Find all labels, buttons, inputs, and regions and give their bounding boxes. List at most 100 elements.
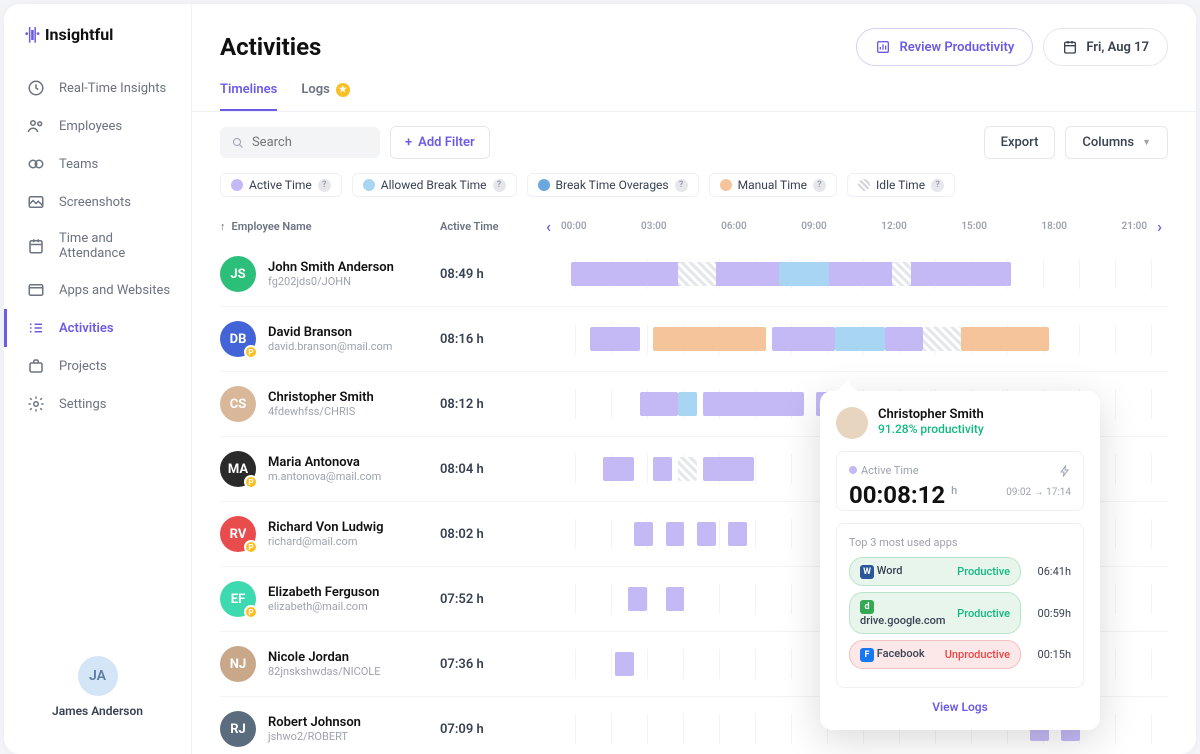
avatar: MAP bbox=[220, 451, 256, 487]
timeline-segment[interactable] bbox=[678, 262, 716, 286]
calendar-icon bbox=[1062, 39, 1078, 55]
timeline-cell[interactable] bbox=[540, 259, 1168, 289]
timeline-segment[interactable] bbox=[885, 327, 923, 351]
help-icon[interactable]: ? bbox=[931, 179, 944, 192]
search-field[interactable] bbox=[252, 135, 368, 150]
timeline-cell[interactable] bbox=[540, 324, 1168, 354]
timeline-segment[interactable] bbox=[697, 522, 716, 546]
timeline-segment[interactable] bbox=[829, 262, 867, 286]
timeline-segment[interactable] bbox=[628, 587, 647, 611]
timeline-segment[interactable] bbox=[666, 587, 685, 611]
active-time-cell: 08:12 h bbox=[440, 397, 540, 412]
timeline-segment[interactable] bbox=[728, 522, 747, 546]
avatar: DBP bbox=[220, 321, 256, 357]
timeline-segment[interactable] bbox=[615, 652, 634, 676]
timeline-segment[interactable] bbox=[590, 327, 640, 351]
timeline-segment[interactable] bbox=[835, 327, 885, 351]
nav-item-activities[interactable]: Activities bbox=[4, 309, 191, 347]
view-logs-link[interactable]: View Logs bbox=[836, 700, 1084, 714]
nav: Real-Time Insights Employees Teams Scree… bbox=[4, 69, 191, 640]
tab-logs[interactable]: Logs★ bbox=[301, 82, 349, 111]
employee-cell: JS John Smith Andersonfg202jds0/JOHN bbox=[220, 256, 440, 292]
help-icon[interactable]: ? bbox=[493, 179, 506, 192]
timeline-segment[interactable] bbox=[653, 327, 766, 351]
app-status: Productive bbox=[957, 607, 1010, 620]
nav-item-projects[interactable]: Projects bbox=[4, 347, 191, 385]
search-icon bbox=[232, 136, 244, 150]
help-icon[interactable]: ? bbox=[813, 179, 826, 192]
window-icon bbox=[27, 281, 45, 299]
current-user[interactable]: JA James Anderson bbox=[4, 640, 191, 734]
logo: ·|ı|· Insightful bbox=[4, 24, 191, 69]
nav-label: Projects bbox=[59, 359, 107, 374]
timeline-segment[interactable] bbox=[634, 522, 653, 546]
avatar: EFP bbox=[220, 581, 256, 617]
app-pill: d drive.google.com Productive bbox=[849, 592, 1021, 634]
date-label: Fri, Aug 17 bbox=[1086, 40, 1149, 55]
nav-item-apps[interactable]: Apps and Websites bbox=[4, 271, 191, 309]
timeline-segment[interactable] bbox=[666, 522, 685, 546]
employee-sub: 82jnskshwdas/NICOLE bbox=[268, 665, 380, 678]
employee-name: Elizabeth Ferguson bbox=[268, 585, 379, 600]
app-status: Unproductive bbox=[945, 648, 1010, 661]
nav-item-employees[interactable]: Employees bbox=[4, 107, 191, 145]
timeline-segment[interactable] bbox=[703, 392, 803, 416]
legend-allowed-break: Allowed Break Time? bbox=[352, 173, 517, 197]
timeline-segment[interactable] bbox=[961, 327, 1049, 351]
timeline-segment[interactable] bbox=[772, 327, 835, 351]
nav-label: Time and Attendance bbox=[59, 231, 171, 261]
nav-item-realtime[interactable]: Real-Time Insights bbox=[4, 69, 191, 107]
app-status: Productive bbox=[957, 565, 1010, 578]
nav-item-screenshots[interactable]: Screenshots bbox=[4, 183, 191, 221]
clock-icon bbox=[27, 79, 45, 97]
gear-icon bbox=[27, 395, 45, 413]
hour-label: 06:00 bbox=[721, 221, 747, 232]
timeline-segment[interactable] bbox=[678, 392, 697, 416]
date-picker-button[interactable]: Fri, Aug 17 bbox=[1043, 28, 1168, 66]
avatar: JS bbox=[220, 256, 256, 292]
header-actions: Review Productivity Fri, Aug 17 bbox=[856, 28, 1168, 66]
button-label: Review Productivity bbox=[899, 40, 1014, 55]
employee-name: Maria Antonova bbox=[268, 455, 381, 470]
tab-timelines[interactable]: Timelines bbox=[220, 82, 277, 111]
app-time: 00:59h bbox=[1029, 607, 1071, 620]
image-icon bbox=[27, 193, 45, 211]
timeline-next-button[interactable]: › bbox=[1151, 217, 1168, 236]
timeline-segment[interactable] bbox=[892, 262, 911, 286]
tooltip-app-row: d drive.google.com Productive 00:59h bbox=[849, 592, 1071, 634]
people-icon bbox=[27, 117, 45, 135]
help-icon[interactable]: ? bbox=[318, 179, 331, 192]
timeline-segment[interactable] bbox=[923, 327, 961, 351]
employee-cell: NJ Nicole Jordan82jnskshwdas/NICOLE bbox=[220, 646, 440, 682]
timeline-segment[interactable] bbox=[640, 392, 678, 416]
timeline-segment[interactable] bbox=[917, 262, 1005, 286]
add-filter-button[interactable]: + Add Filter bbox=[390, 126, 490, 159]
app-icon: F bbox=[860, 648, 874, 662]
col-active[interactable]: Active Time bbox=[440, 220, 540, 233]
app-time: 00:15h bbox=[1029, 648, 1071, 661]
nav-item-teams[interactable]: Teams bbox=[4, 145, 191, 183]
col-employee[interactable]: ↑Employee Name bbox=[220, 220, 440, 233]
star-badge-icon: ★ bbox=[336, 83, 350, 97]
app-name: Word bbox=[877, 564, 903, 577]
search-input[interactable] bbox=[220, 127, 380, 158]
nav-item-attendance[interactable]: Time and Attendance bbox=[4, 221, 191, 271]
timeline-segment[interactable] bbox=[653, 457, 672, 481]
timeline-segment[interactable] bbox=[703, 457, 753, 481]
review-productivity-button[interactable]: Review Productivity bbox=[856, 28, 1033, 66]
help-icon[interactable]: ? bbox=[675, 179, 688, 192]
timeline-prev-button[interactable]: ‹ bbox=[540, 217, 557, 236]
table-row[interactable]: JS John Smith Andersonfg202jds0/JOHN 08:… bbox=[220, 242, 1168, 307]
employee-cell: MAP Maria Antonovam.antonova@mail.com bbox=[220, 451, 440, 487]
timeline-segment[interactable] bbox=[603, 457, 634, 481]
table-row[interactable]: DBP David Bransondavid.branson@mail.com … bbox=[220, 307, 1168, 372]
dot-icon bbox=[720, 179, 732, 191]
tooltip-name: Christopher Smith bbox=[878, 407, 984, 422]
export-button[interactable]: Export bbox=[984, 126, 1056, 159]
nav-item-settings[interactable]: Settings bbox=[4, 385, 191, 423]
timeline-segment[interactable] bbox=[779, 262, 829, 286]
columns-button[interactable]: Columns▼ bbox=[1065, 126, 1168, 159]
active-time-cell: 07:52 h bbox=[440, 592, 540, 607]
legend-overages: Break Time Overages? bbox=[527, 173, 699, 197]
timeline-segment[interactable] bbox=[678, 457, 697, 481]
